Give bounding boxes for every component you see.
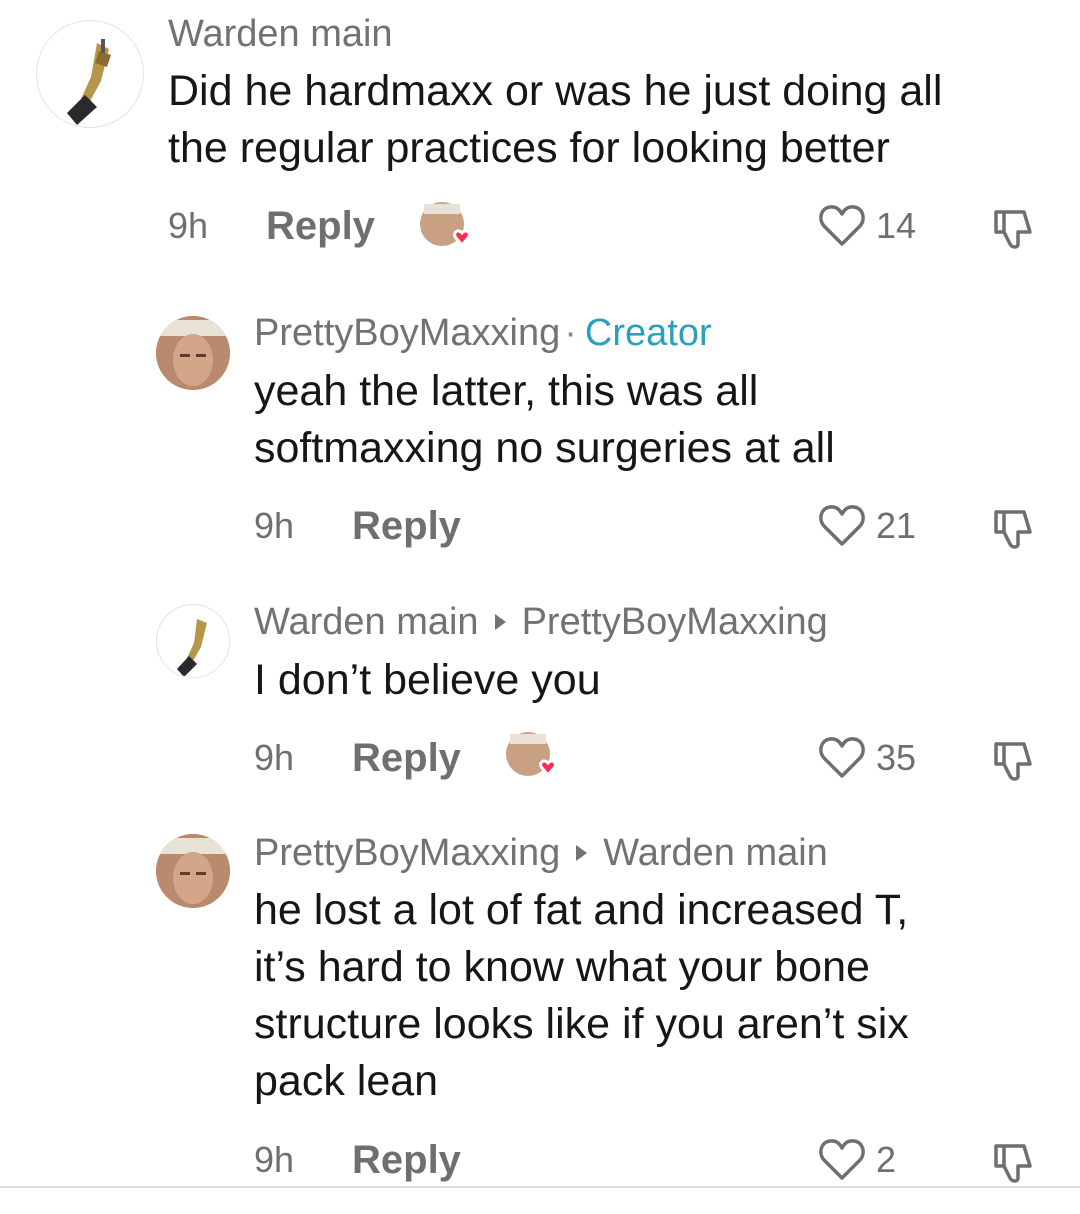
- comment-time: 9h: [168, 205, 209, 246]
- like-button[interactable]: 35: [818, 736, 916, 780]
- weapon-avatar-icon: [67, 39, 111, 125]
- comment-author[interactable]: PrettyBoyMaxxing: [254, 312, 560, 354]
- thumbs-down-icon: [994, 1144, 1032, 1183]
- comment-text-line: Did he hardmaxx or was he just doing all: [168, 67, 943, 115]
- dislike-button[interactable]: [990, 206, 1036, 252]
- comment-text-line: softmaxxing no surgeries at all: [254, 424, 835, 472]
- avatar-warden-main[interactable]: [156, 604, 230, 678]
- thumbs-down-icon: [994, 210, 1032, 249]
- avatar-warden-main[interactable]: [36, 20, 144, 128]
- comment-time: 9h: [254, 737, 295, 778]
- reply-button[interactable]: Reply: [352, 1138, 461, 1182]
- reply-button[interactable]: Reply: [266, 204, 375, 248]
- comment-text-line: it’s hard to know what your bone: [254, 943, 870, 991]
- comment-time: 9h: [254, 505, 295, 546]
- comment-text-line: structure looks like if you aren’t six: [254, 1000, 909, 1048]
- comment-author-line: Warden main PrettyBoyMaxxing: [254, 600, 828, 644]
- avatar-prettyboymaxxing[interactable]: [156, 316, 230, 390]
- reply-arrow-icon: [494, 614, 506, 631]
- comment-author[interactable]: Warden main: [254, 601, 479, 643]
- dislike-button[interactable]: [990, 1140, 1036, 1186]
- like-button[interactable]: 2: [818, 1138, 896, 1182]
- face-avatar-icon: [156, 834, 230, 908]
- comment-text-line: pack lean: [254, 1057, 439, 1105]
- heart-outline-icon: [819, 505, 865, 546]
- comment-author[interactable]: Warden main: [168, 12, 393, 56]
- comment-time: 9h: [254, 1139, 295, 1180]
- comment-author-line: PrettyBoyMaxxing Warden main: [254, 831, 828, 875]
- thumbs-down-icon: [994, 742, 1032, 781]
- comment-text-line: he lost a lot of fat and increased T,: [254, 886, 909, 934]
- reply-button[interactable]: Reply: [352, 736, 461, 780]
- comment-text-line: I don’t believe you: [254, 656, 601, 704]
- like-count: 14: [876, 205, 917, 246]
- dislike-button[interactable]: [990, 738, 1036, 784]
- weapon-avatar-icon: [177, 619, 207, 677]
- like-count: 21: [876, 505, 917, 546]
- heart-outline-icon: [819, 737, 865, 778]
- separator-dot: ·: [564, 312, 577, 354]
- bottom-divider: [0, 1186, 1080, 1188]
- heart-outline-icon: [819, 205, 865, 246]
- reply-arrow-icon: [576, 845, 588, 862]
- dislike-button[interactable]: [990, 506, 1036, 552]
- like-button[interactable]: 14: [818, 204, 916, 248]
- comment-text: yeah the latter, this was all softmaxxin…: [254, 363, 1054, 477]
- reply-button[interactable]: Reply: [352, 504, 461, 548]
- avatar-prettyboymaxxing[interactable]: [156, 834, 230, 908]
- like-count: 35: [876, 737, 917, 778]
- reply-to-author[interactable]: PrettyBoyMaxxing: [522, 601, 828, 643]
- creator-liked-badge: [504, 730, 557, 780]
- like-count: 2: [876, 1139, 897, 1180]
- comment-author-line: PrettyBoyMaxxing · Creator: [254, 311, 712, 355]
- reply-to-author[interactable]: Warden main: [603, 832, 828, 874]
- comment-text: he lost a lot of fat and increased T, it…: [254, 882, 1054, 1110]
- thumbs-down-icon: [994, 510, 1032, 549]
- comment-text-line: yeah the latter, this was all: [254, 367, 759, 415]
- like-button[interactable]: 21: [818, 504, 916, 548]
- face-avatar-icon: [156, 316, 230, 390]
- creator-liked-badge: [418, 200, 471, 250]
- heart-outline-icon: [819, 1139, 865, 1180]
- comment-text: I don’t believe you: [254, 652, 1054, 709]
- comment-text-line: the regular practices for looking better: [168, 124, 890, 172]
- creator-badge: Creator: [584, 312, 712, 354]
- comment-author[interactable]: PrettyBoyMaxxing: [254, 832, 560, 874]
- comment-text: Did he hardmaxx or was he just doing all…: [168, 63, 1048, 177]
